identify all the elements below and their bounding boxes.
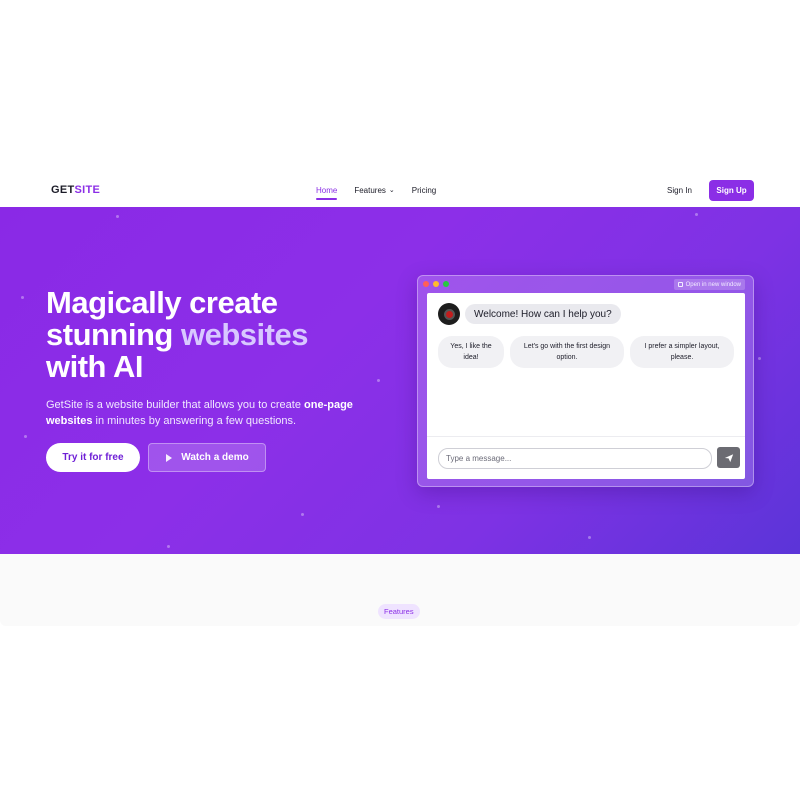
external-link-icon [677,282,683,287]
send-icon [724,453,733,462]
nav-link-label: Features [354,186,386,195]
decor-dot [301,513,304,516]
message-composer [427,436,745,479]
sign-in-link[interactable]: Sign In [667,186,692,195]
headline-line-3: with AI [46,349,143,384]
bot-avatar [438,303,460,325]
bot-eye-icon [443,308,455,320]
window-controls [423,281,449,287]
bot-message: Welcome! How can I help you? [465,304,621,324]
play-icon [165,453,173,462]
decor-dot [758,357,761,360]
decor-dot [437,505,440,508]
headline-line-1: Magically create [46,285,278,320]
minimize-window-icon[interactable] [433,281,439,287]
option-line: option. [556,354,578,361]
option-line: Let's go with the first design [523,343,611,350]
option-line: Yes, I like the [450,343,492,350]
open-new-window-button[interactable]: Open in new window [673,279,745,290]
subtitle-part-2: in minutes by answering a few questions. [92,415,297,427]
hero-headline: Magically create stunning websites with … [46,287,406,383]
watch-demo-label: Watch a demo [181,452,249,463]
hero-section: Magically create stunning websites with … [0,207,800,554]
chat-window: Open in new window Welcome! How can I he… [417,275,754,487]
headline-line-2a: stunning [46,317,181,352]
top-nav: GETSITE Home Features ⌄ Pricing Sign In S… [0,174,800,207]
features-section: Features [0,554,800,626]
quick-reply-option[interactable]: Let's go with the first design option. [510,336,624,368]
open-new-window-label: Open in new window [685,281,741,288]
chat-panel: Welcome! How can I help you? Yes, I like… [427,293,745,479]
decor-dot [21,296,24,299]
decor-dot [588,536,591,539]
nav-link-pricing[interactable]: Pricing [412,186,436,195]
logo-suffix: SITE [74,184,101,196]
sign-up-button[interactable]: Sign Up [709,180,754,201]
option-line: I prefer a simpler layout, [644,343,720,350]
hero-subtitle: GetSite is a website builder that allows… [46,397,386,429]
headline-highlight: websites [180,317,308,352]
message-input[interactable] [438,448,712,469]
page-frame: GETSITE Home Features ⌄ Pricing Sign In S… [0,174,800,626]
subtitle-part-1: GetSite is a website builder that allows… [46,399,305,411]
getsite-logo[interactable]: GETSITE [51,184,100,196]
decor-dot [695,213,698,216]
nav-link-label: Home [316,186,338,195]
watch-demo-button[interactable]: Watch a demo [148,443,266,472]
nav-link-label: Pricing [411,186,437,195]
nav-link-home[interactable]: Home [316,186,338,200]
nav-link-features[interactable]: Features ⌄ [354,186,394,195]
quick-reply-option[interactable]: Yes, I like the idea! [438,336,504,368]
nav-links: Home Features ⌄ Pricing [316,186,436,200]
decor-dot [167,545,170,548]
option-line: please. [670,354,694,361]
decor-dot [116,215,119,218]
quick-reply-option[interactable]: I prefer a simpler layout, please. [630,336,734,368]
try-free-button[interactable]: Try it for free [46,443,140,472]
decor-dot [24,435,27,438]
close-window-icon[interactable] [423,281,429,287]
chevron-down-icon: ⌄ [388,187,395,194]
features-badge: Features [378,604,420,619]
send-button[interactable] [717,447,740,468]
quick-replies: Yes, I like the idea! Let's go with the f… [438,336,734,368]
logo-prefix: GET [51,184,75,196]
option-line: idea! [463,354,479,361]
maximize-window-icon[interactable] [443,281,449,287]
